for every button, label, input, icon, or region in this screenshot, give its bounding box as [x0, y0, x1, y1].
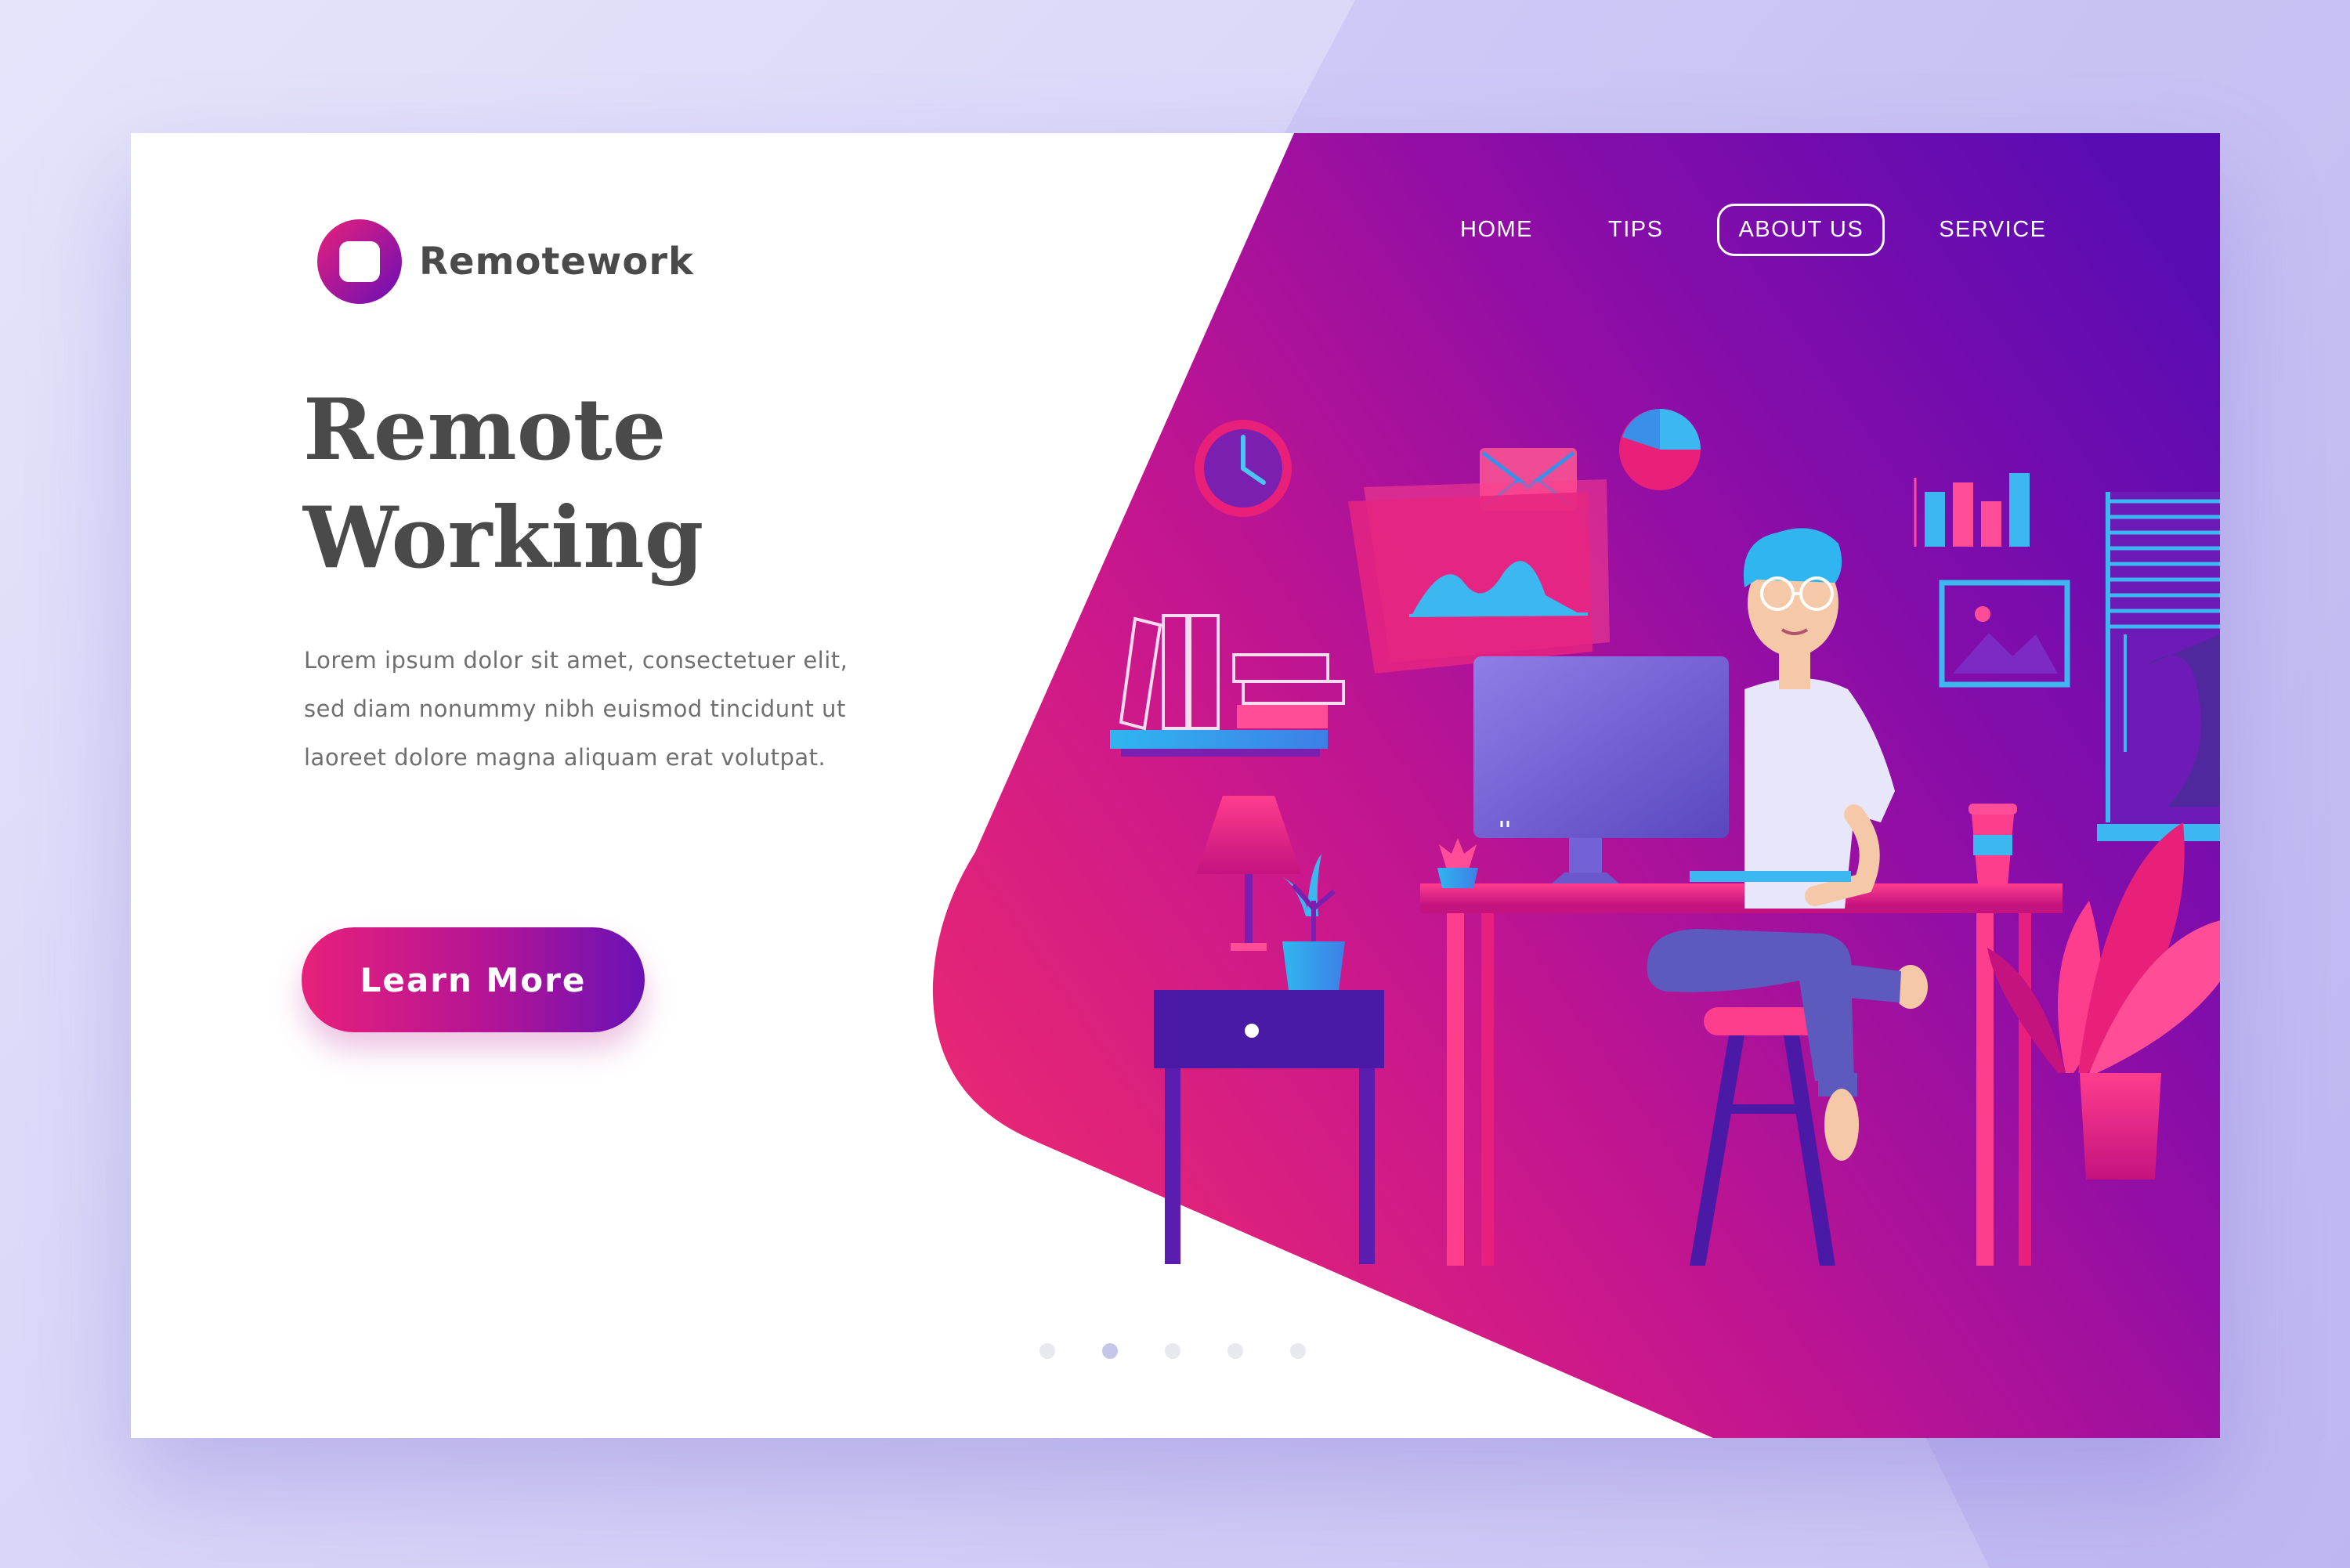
main-navigation: HOME TIPS ABOUT US SERVICE: [1439, 202, 2100, 257]
nav-item-tips[interactable]: TIPS: [1587, 204, 1684, 256]
pagination-dot-5[interactable]: [1290, 1343, 1306, 1359]
landing-card: Remotework HOME TIPS ABOUT US SERVICE Re…: [131, 133, 2220, 1438]
nav-item-service[interactable]: SERVICE: [1918, 204, 2067, 256]
learn-more-button[interactable]: Learn More: [302, 927, 645, 1032]
picture-frame-icon: [1939, 580, 2070, 688]
hero-title-line-2: Working: [303, 489, 704, 587]
learn-more-label: Learn More: [360, 960, 587, 999]
logo-icon: [317, 219, 402, 304]
pagination-dot-2[interactable]: [1102, 1343, 1118, 1359]
brand-logo[interactable]: Remotework: [317, 219, 694, 304]
side-table: [1154, 854, 1384, 1264]
bookshelf: [1110, 614, 1345, 757]
hero-description-line: Lorem ipsum dolor sit amet, consectetuer…: [304, 647, 848, 674]
hero-description-line: laoreet dolore magna aliquam erat volutp…: [304, 744, 826, 771]
coffee-cup: [1969, 804, 2017, 885]
brand-name: Remotework: [419, 240, 694, 284]
bar-chart-icon: [1914, 473, 2030, 547]
pagination-dot-3[interactable]: [1165, 1343, 1180, 1359]
pagination-dots: [1039, 1343, 1353, 1359]
hero-description: Lorem ipsum dolor sit amet, consectetuer…: [304, 636, 931, 782]
pie-chart-icon: [1619, 409, 1701, 490]
hero-title: Remote Working: [303, 376, 703, 592]
hero-title-line-1: Remote: [303, 381, 667, 479]
clock-icon: [1195, 420, 1292, 517]
desk-plant: [1437, 838, 1478, 888]
hero-description-line: sed diam nonummy nibh euismod tincidunt …: [304, 695, 846, 722]
window-blinds: [2097, 492, 2220, 841]
nav-item-about-us[interactable]: ABOUT US: [1717, 203, 1885, 256]
remote-work-illustration: [1110, 409, 2220, 1266]
nav-item-home[interactable]: HOME: [1439, 204, 1554, 256]
area-chart-icon: [1348, 479, 1610, 674]
pagination-dot-4[interactable]: [1227, 1343, 1243, 1359]
pagination-dot-1[interactable]: [1039, 1343, 1055, 1359]
lamp: [1196, 796, 1301, 951]
